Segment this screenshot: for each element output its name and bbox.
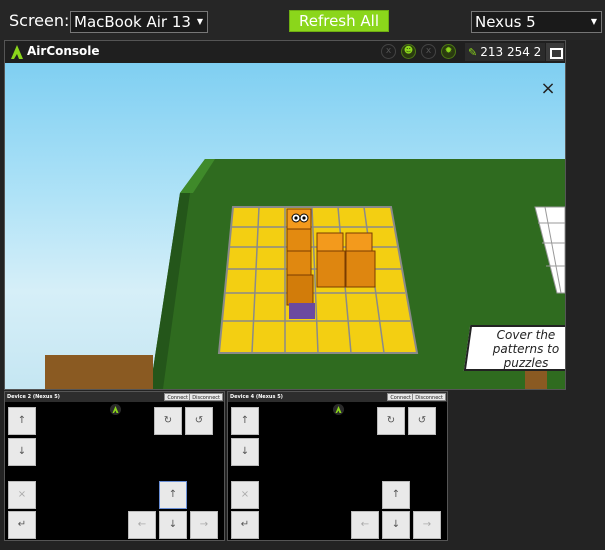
down-left-button[interactable]: ↓ [231,438,259,466]
rotate-cw-button[interactable]: ↻ [154,407,182,435]
dpad-right-button[interactable]: → [190,511,218,539]
link-icon: ✎ [468,46,478,59]
settings-icon[interactable]: ✹ [441,44,456,59]
dpad-left-button[interactable]: ← [351,511,379,539]
controller-titlebar: Device 2 (Nexus 5) Connect Disconnect [5,392,224,402]
up-left-button[interactable]: ↑ [8,407,36,435]
game-viewport[interactable]: × Cover the patterns to puzzles [5,63,565,389]
player-slot-icon: x [381,44,396,59]
cancel-button[interactable]: × [8,481,36,509]
device-select[interactable]: Nexus 5 ▼ [471,11,602,33]
player-slot-icon: x [421,44,436,59]
rotate-ccw-button[interactable]: ↺ [408,407,436,435]
airconsole-logo-icon [333,404,344,415]
controller-device-2: Device 2 (Nexus 5) Connect Disconnect ↑ … [4,391,225,541]
connect-button[interactable]: Connect [387,393,414,401]
airconsole-logo-icon [11,45,23,59]
up-left-button[interactable]: ↑ [231,407,259,435]
rotate-ccw-button[interactable]: ↺ [185,407,213,435]
screen-label: Screen: [9,11,70,30]
disconnect-button[interactable]: Disconnect [189,393,223,401]
airconsole-logo-icon [110,404,121,415]
screen-size-value: MacBook Air 13 [74,13,191,31]
airconsole-title: AirConsole [27,44,100,58]
cancel-button[interactable]: × [231,481,259,509]
controller-name: Device 2 (Nexus 5) [7,394,60,400]
dpad-up-button[interactable]: ↑ [382,481,410,509]
rotate-cw-button[interactable]: ↻ [377,407,405,435]
enter-button[interactable]: ↵ [8,511,36,539]
disconnect-button[interactable]: Disconnect [412,393,446,401]
dpad-down-button[interactable]: ↓ [159,511,187,539]
device-value: Nexus 5 [475,13,536,31]
controller-device-4: Device 4 (Nexus 5) Connect Disconnect ↑ … [227,391,448,541]
connection-code-value: 213 254 2 [480,45,542,59]
screen-size-select[interactable]: MacBook Air 13 ▼ [70,11,208,33]
dpad-up-button[interactable]: ↑ [159,481,187,509]
airconsole-screen: AirConsole x ☻ x ✹ ✎ 213 254 2 × Cover t… [4,40,566,390]
enter-button[interactable]: ↵ [231,511,259,539]
dpad-down-button[interactable]: ↓ [382,511,410,539]
airconsole-header: AirConsole x ☻ x ✹ ✎ 213 254 2 [5,41,565,63]
controller-name: Device 4 (Nexus 5) [230,394,283,400]
refresh-all-button[interactable]: Refresh All [289,10,389,32]
dpad-right-button[interactable]: → [413,511,441,539]
connection-code: ✎ 213 254 2 [465,43,546,61]
chevron-down-icon: ▼ [590,17,597,26]
hint-text: Cover the patterns to puzzles [492,328,560,370]
dpad-left-button[interactable]: ← [128,511,156,539]
toolbar: Screen: MacBook Air 13 ▼ Refresh All Nex… [0,0,605,40]
player-smiley-icon: ☻ [401,44,416,59]
connect-button[interactable]: Connect [164,393,191,401]
fullscreen-icon[interactable] [546,43,564,61]
chevron-down-icon: ▼ [196,17,203,26]
close-icon[interactable]: × [540,80,556,98]
down-left-button[interactable]: ↓ [8,438,36,466]
controller-titlebar: Device 4 (Nexus 5) Connect Disconnect [228,392,447,402]
